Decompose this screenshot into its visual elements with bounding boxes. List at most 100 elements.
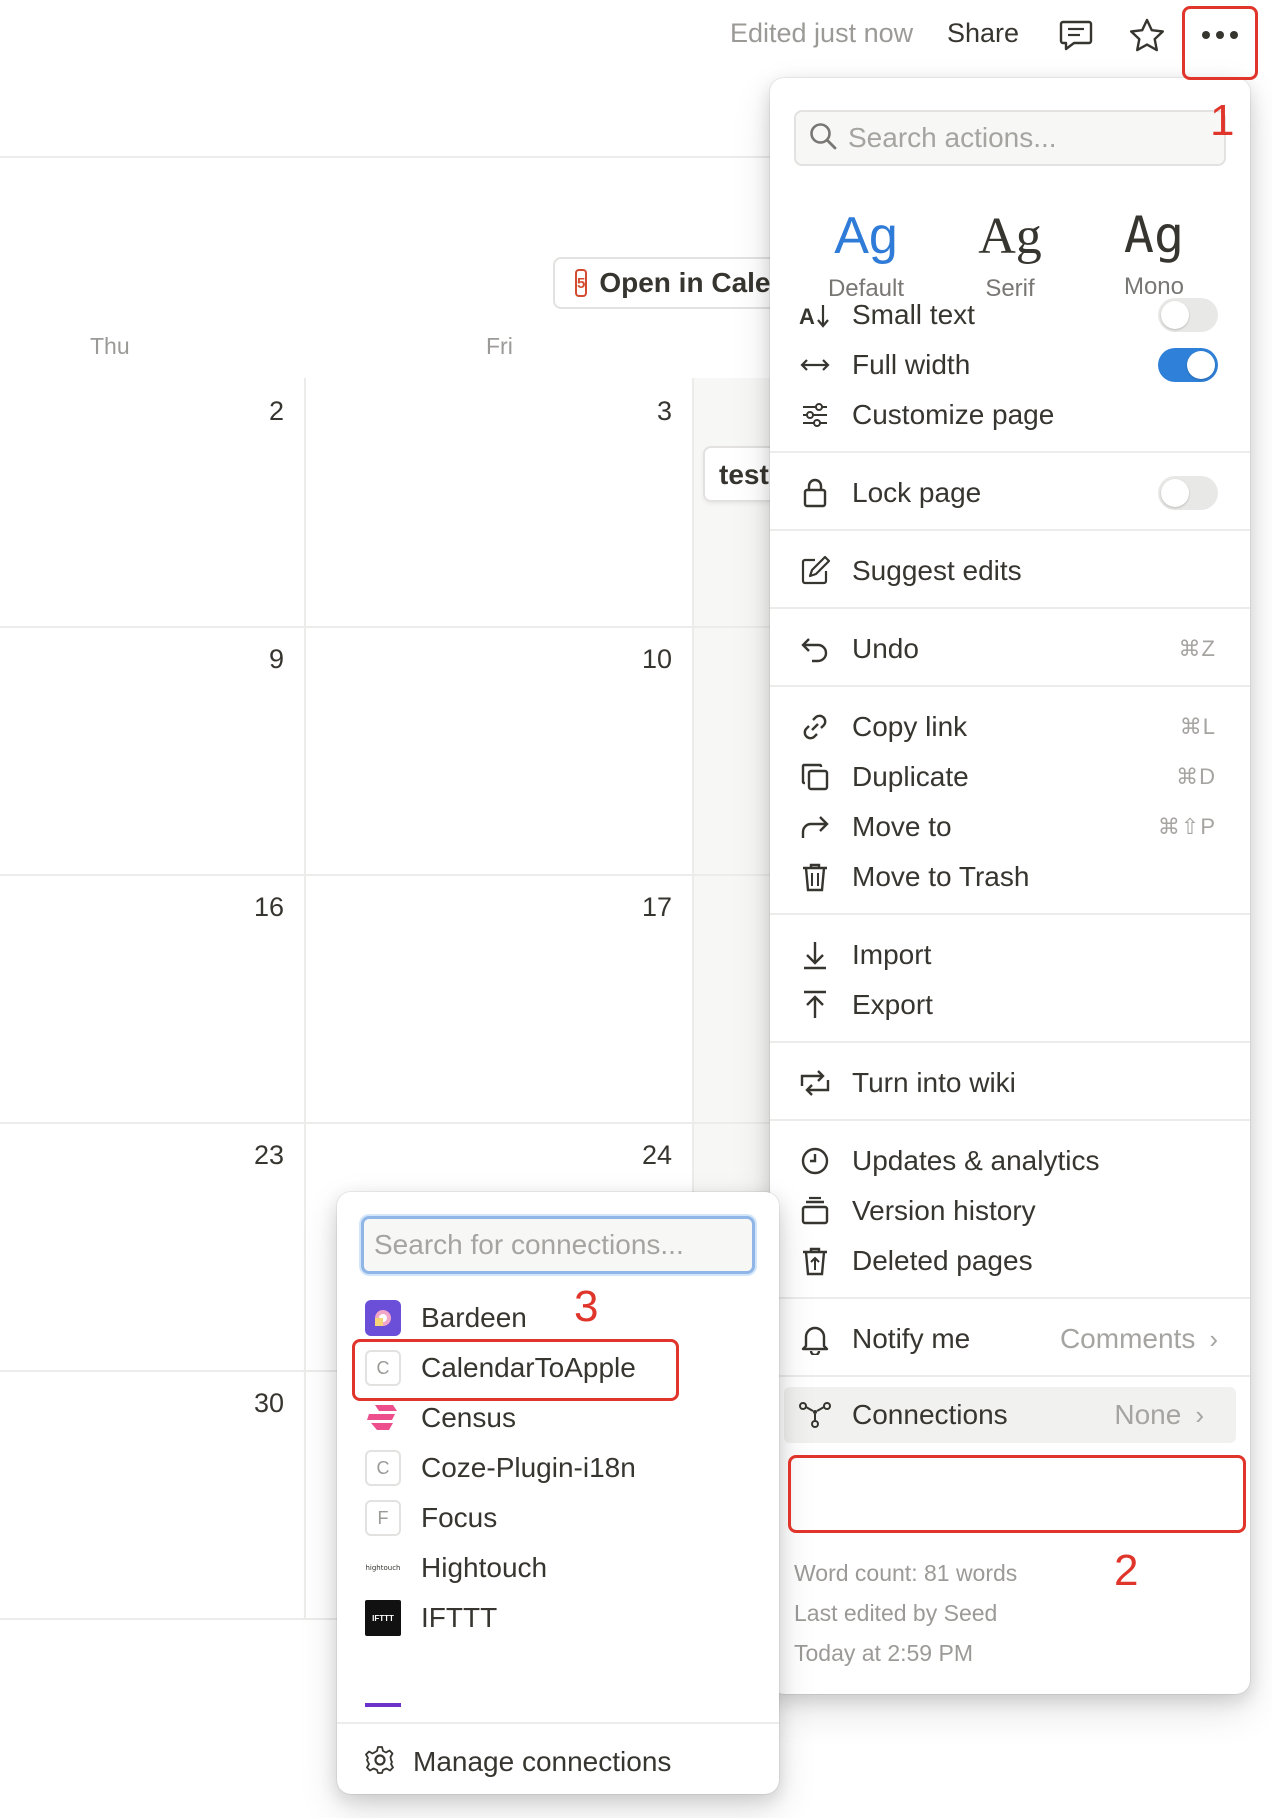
manage-connections-button[interactable]: Manage connections <box>365 1736 671 1788</box>
menu-item-updates-analytics[interactable]: Updates & analytics <box>770 1133 1250 1189</box>
search-actions-input[interactable]: Search actions... <box>794 110 1226 166</box>
connections-search-input[interactable] <box>374 1229 752 1261</box>
menu-item-export[interactable]: Export <box>770 977 1250 1033</box>
submenu-divider <box>337 1722 779 1724</box>
gear-icon <box>365 1745 395 1780</box>
menu-divider <box>770 1297 1250 1299</box>
menu-item-label: Move to Trash <box>852 861 1030 892</box>
svg-text:A: A <box>799 304 815 329</box>
day-cell-number: 24 <box>641 1140 672 1170</box>
connection-name: Hightouch <box>421 1552 548 1583</box>
shortcut: ⌘⇧P <box>1157 814 1216 839</box>
highlight-connections <box>788 1455 1246 1533</box>
connection-item-hightouch[interactable]: hightouch Hightouch <box>337 1542 779 1594</box>
connections-search-box[interactable] <box>361 1216 755 1274</box>
annotation-number: 1 <box>1210 96 1235 145</box>
import-icon <box>798 938 832 972</box>
full-width-toggle[interactable] <box>1158 348 1218 382</box>
share-button[interactable]: Share <box>947 18 1019 49</box>
menu-item-small-text[interactable]: A Small text <box>770 287 1250 343</box>
day-cell-number: 10 <box>641 644 672 674</box>
menu-item-suggest-edits[interactable]: Suggest edits <box>770 543 1250 599</box>
menu-item-label: Connections <box>852 1399 1008 1430</box>
undo-icon <box>798 632 832 666</box>
menu-item-connections[interactable]: Connections None › <box>784 1387 1236 1443</box>
connection-item-coze-plugin[interactable]: C Coze-Plugin-i18n <box>337 1442 779 1494</box>
bardeen-logo-icon <box>365 1300 401 1336</box>
menu-item-label: Lock page <box>852 477 982 508</box>
menu-item-undo[interactable]: Undo ⌘Z <box>770 621 1250 677</box>
menu-divider <box>770 685 1250 687</box>
export-icon <box>798 988 832 1022</box>
connection-item-focus[interactable]: F Focus <box>337 1492 779 1544</box>
menu-item-label: Notify me <box>852 1323 971 1354</box>
divider <box>0 156 780 158</box>
grid-line <box>0 1122 780 1124</box>
shortcut: ⌘D <box>1176 764 1216 789</box>
menu-item-notify-me[interactable]: Notify me Comments › <box>770 1311 1250 1367</box>
comment-icon[interactable] <box>1055 14 1097 56</box>
chevron-right-icon: › <box>1195 1399 1204 1430</box>
connection-item-bardeen[interactable]: Bardeen <box>337 1292 779 1344</box>
grid-line <box>0 626 780 628</box>
move-arrow-icon <box>798 810 832 844</box>
menu-divider <box>770 451 1250 453</box>
sliders-icon <box>798 398 832 432</box>
clock-icon <box>798 1144 832 1178</box>
day-cell-number: 16 <box>253 892 284 922</box>
notify-value: Comments <box>1059 1323 1196 1354</box>
menu-item-move-to[interactable]: Move to ⌘⇧P <box>770 799 1250 855</box>
menu-item-label: Updates & analytics <box>852 1145 1100 1176</box>
connection-name: Bardeen <box>421 1302 527 1333</box>
menu-item-label: Customize page <box>852 399 1055 430</box>
weekday-thu: Thu <box>90 333 130 359</box>
menu-divider <box>770 529 1250 531</box>
menu-item-duplicate[interactable]: Duplicate ⌘D <box>770 749 1250 805</box>
focus-logo-icon: F <box>365 1500 401 1536</box>
manage-connections-label: Manage connections <box>413 1746 672 1777</box>
shortcut: ⌘L <box>1179 714 1216 739</box>
page-options-menu: Search actions... Ag Default Ag Serif Ag… <box>770 78 1250 1694</box>
day-cell-number: 23 <box>253 1140 284 1170</box>
grid-line <box>304 378 306 1618</box>
menu-item-label: Deleted pages <box>852 1245 1033 1276</box>
highlight-more-button <box>1182 6 1258 80</box>
word-count: Word count: 81 words <box>794 1560 1018 1586</box>
suggest-edit-icon <box>798 554 832 588</box>
connection-name: Coze-Plugin-i18n <box>421 1452 636 1483</box>
connection-name: IFTTT <box>421 1602 498 1633</box>
menu-item-customize-page[interactable]: Customize page <box>770 387 1250 443</box>
menu-item-version-history[interactable]: Version history <box>770 1183 1250 1239</box>
star-icon[interactable] <box>1126 14 1168 56</box>
connection-name: Focus <box>421 1502 498 1533</box>
menu-item-label: Move to <box>852 811 952 842</box>
connections-value: None <box>1114 1399 1182 1430</box>
duplicate-icon <box>798 760 832 794</box>
lock-page-toggle[interactable] <box>1158 476 1218 510</box>
day-cell-number: 2 <box>268 396 284 426</box>
small-text-toggle[interactable] <box>1158 298 1218 332</box>
link-icon <box>798 710 832 744</box>
menu-item-label: Small text <box>852 299 975 330</box>
menu-item-label: Turn into wiki <box>852 1067 1016 1098</box>
menu-item-copy-link[interactable]: Copy link ⌘L <box>770 699 1250 755</box>
menu-item-full-width[interactable]: Full width <box>770 337 1250 393</box>
menu-item-label: Suggest edits <box>852 555 1022 586</box>
coze-plugin-logo-icon: C <box>365 1450 401 1486</box>
day-cell-number: 9 <box>268 644 284 674</box>
chevron-right-icon: › <box>1209 1323 1218 1354</box>
menu-item-move-to-trash[interactable]: Move to Trash <box>770 849 1250 905</box>
menu-item-import[interactable]: Import <box>770 927 1250 983</box>
menu-item-deleted-pages[interactable]: Deleted pages <box>770 1233 1250 1289</box>
ifttt-logo-icon: IFTTT <box>365 1600 401 1636</box>
menu-divider <box>770 607 1250 609</box>
page-topbar: Edited just now Share <box>0 0 1272 70</box>
connection-item-ifttt[interactable]: IFTTT IFTTT <box>337 1592 779 1644</box>
census-logo-icon <box>365 1400 401 1436</box>
small-text-icon: A <box>798 298 832 332</box>
edited-status: Edited just now <box>730 18 914 48</box>
day-cell-number: 30 <box>253 1388 284 1418</box>
connections-submenu: Bardeen C CalendarToApple Census C Coze-… <box>337 1192 779 1794</box>
menu-item-turn-into-wiki[interactable]: Turn into wiki <box>770 1055 1250 1111</box>
menu-item-lock-page[interactable]: Lock page <box>770 465 1250 521</box>
